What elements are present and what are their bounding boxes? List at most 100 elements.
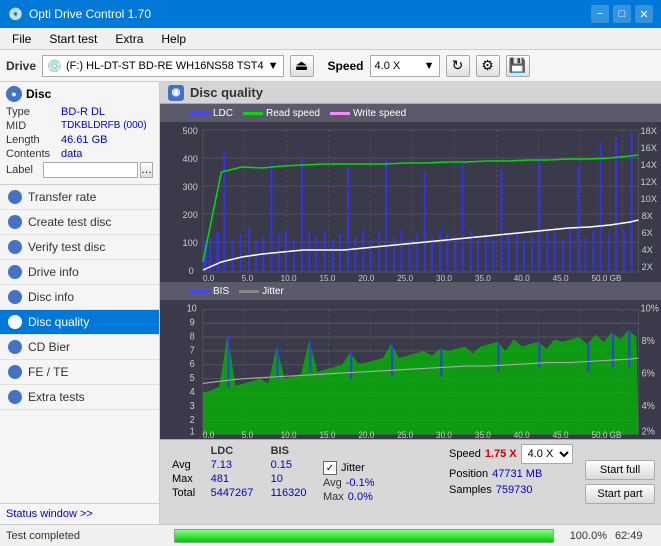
speed-label: Speed — [328, 59, 364, 73]
legend-ldc-label: LDC — [213, 108, 233, 119]
svg-text:3: 3 — [190, 400, 196, 412]
svg-text:25.0: 25.0 — [397, 429, 413, 439]
svg-text:4: 4 — [190, 387, 196, 399]
disc-mid-row: MID TDKBLDRFB (000) — [6, 120, 153, 132]
nav-transfer-rate[interactable]: Transfer rate — [0, 185, 159, 210]
svg-text:18X: 18X — [641, 126, 657, 136]
app-icon: 💿 — [8, 7, 23, 21]
title-bar: 💿 Opti Drive Control 1.70 − □ ✕ — [0, 0, 661, 28]
legend-write-label: Write speed — [353, 108, 406, 119]
legend-jitter: Jitter — [239, 286, 284, 297]
svg-text:2: 2 — [190, 414, 195, 426]
jitter-max-value: 0.0% — [348, 491, 373, 503]
col-header-empty — [166, 444, 205, 458]
svg-text:100: 100 — [182, 238, 197, 248]
start-full-button[interactable]: Start full — [585, 460, 655, 480]
nav-extra-tests[interactable]: Extra tests — [0, 385, 159, 410]
svg-text:4X: 4X — [642, 245, 653, 255]
disc-label-label: Label — [6, 164, 43, 176]
nav-dot — [8, 190, 22, 204]
svg-text:10X: 10X — [641, 194, 657, 204]
save-button[interactable]: 💾 — [506, 55, 530, 77]
drive-select[interactable]: 💿 (F:) HL-DT-ST BD-RE WH16NS58 TST4 ▼ — [42, 55, 283, 77]
menu-start-test[interactable]: Start test — [41, 30, 105, 48]
disc-label-input[interactable] — [43, 162, 138, 178]
jitter-max-row: Max 0.0% — [323, 491, 443, 503]
speed-dropdown-icon: ▼ — [424, 60, 435, 72]
jitter-checkbox[interactable]: ✓ — [323, 461, 337, 475]
svg-text:5.0: 5.0 — [242, 274, 254, 282]
menu-extra[interactable]: Extra — [107, 30, 151, 48]
nav-create-test-disc[interactable]: Create test disc — [0, 210, 159, 235]
avg-label: Avg — [166, 458, 205, 472]
nav-verify-test-disc[interactable]: Verify test disc — [0, 235, 159, 260]
legend-ldc: LDC — [190, 108, 233, 119]
eject-button[interactable]: ⏏ — [290, 55, 314, 77]
legend-jitter-label: Jitter — [262, 286, 284, 297]
nav-fe-te[interactable]: FE / TE — [0, 360, 159, 385]
position-row: Position 47731 MB — [449, 468, 579, 480]
svg-text:20.0: 20.0 — [358, 274, 374, 282]
nav-disc-quality[interactable]: Disc quality — [0, 310, 159, 335]
toolbar: Drive 💿 (F:) HL-DT-ST BD-RE WH16NS58 TST… — [0, 50, 661, 82]
total-ldc: 5447267 — [205, 486, 265, 500]
svg-text:45.0: 45.0 — [553, 274, 569, 282]
close-button[interactable]: ✕ — [635, 5, 653, 23]
svg-text:6X: 6X — [642, 228, 653, 238]
speed-row-value: 1.75 X — [485, 448, 517, 460]
disc-icon: ● — [6, 86, 22, 102]
position-label: Position — [449, 468, 488, 480]
col-header-ldc: LDC — [205, 444, 265, 458]
speed-select[interactable]: 4.0 X ▼ — [370, 55, 440, 77]
speed-row: Speed 1.75 X 4.0 X — [449, 444, 579, 464]
nav-fe-te-label: FE / TE — [28, 365, 68, 379]
status-window-link[interactable]: Status window >> — [0, 503, 159, 524]
stats-bar: LDC BIS Avg 7.13 0.15 Max — [160, 439, 661, 524]
nav-drive-info[interactable]: Drive info — [0, 260, 159, 285]
svg-text:4%: 4% — [642, 400, 656, 412]
jitter-avg-row: Avg -0.1% — [323, 477, 443, 489]
svg-text:40.0: 40.0 — [514, 274, 530, 282]
status-text: Test completed — [6, 530, 166, 542]
chart-title: Disc quality — [190, 85, 263, 100]
jitter-label: Jitter — [341, 462, 365, 474]
maximize-button[interactable]: □ — [613, 5, 631, 23]
svg-text:12X: 12X — [641, 177, 657, 187]
speed-dropdown[interactable]: 4.0 X — [521, 444, 573, 464]
stats-table: LDC BIS Avg 7.13 0.15 Max — [166, 444, 317, 520]
svg-text:14X: 14X — [641, 160, 657, 170]
svg-text:0: 0 — [189, 266, 194, 276]
svg-text:10%: 10% — [641, 303, 660, 315]
disc-length-label: Length — [6, 134, 61, 146]
menu-file[interactable]: File — [4, 30, 39, 48]
disc-length-value: 46.61 GB — [61, 134, 153, 146]
menu-help[interactable]: Help — [153, 30, 194, 48]
max-label: Max — [166, 472, 205, 486]
nav-dot — [8, 290, 22, 304]
disc-header: ● Disc — [6, 86, 153, 102]
svg-text:10.0: 10.0 — [281, 274, 297, 282]
disc-section-title: Disc — [26, 87, 51, 101]
drive-label: Drive — [6, 59, 36, 73]
legend-bis-label: BIS — [213, 286, 229, 297]
minimize-button[interactable]: − — [591, 5, 609, 23]
disc-mid-value: TDKBLDRFB (000) — [61, 120, 153, 132]
speed-value: 4.0 X — [375, 60, 420, 72]
nav-cd-bier[interactable]: CD Bier — [0, 335, 159, 360]
settings-button[interactable]: ⚙ — [476, 55, 500, 77]
nav-disc-info[interactable]: Disc info — [0, 285, 159, 310]
max-bis: 10 — [265, 472, 317, 486]
legend-read-label: Read speed — [266, 108, 320, 119]
chart-icon: ◉ — [168, 85, 184, 101]
jitter-check-row: ✓ Jitter — [323, 461, 443, 475]
disc-type-value: BD-R DL — [61, 106, 153, 118]
nav-dot — [8, 215, 22, 229]
refresh-button[interactable]: ↻ — [446, 55, 470, 77]
stats-total-row: Total 5447267 116320 — [166, 486, 317, 500]
position-value: 47731 MB — [492, 468, 542, 480]
disc-label-browse[interactable]: … — [140, 162, 153, 178]
svg-text:2%: 2% — [642, 426, 656, 438]
svg-text:35.0: 35.0 — [475, 274, 491, 282]
start-part-button[interactable]: Start part — [585, 484, 655, 504]
drive-name: (F:) HL-DT-ST BD-RE WH16NS58 TST4 — [66, 60, 264, 72]
